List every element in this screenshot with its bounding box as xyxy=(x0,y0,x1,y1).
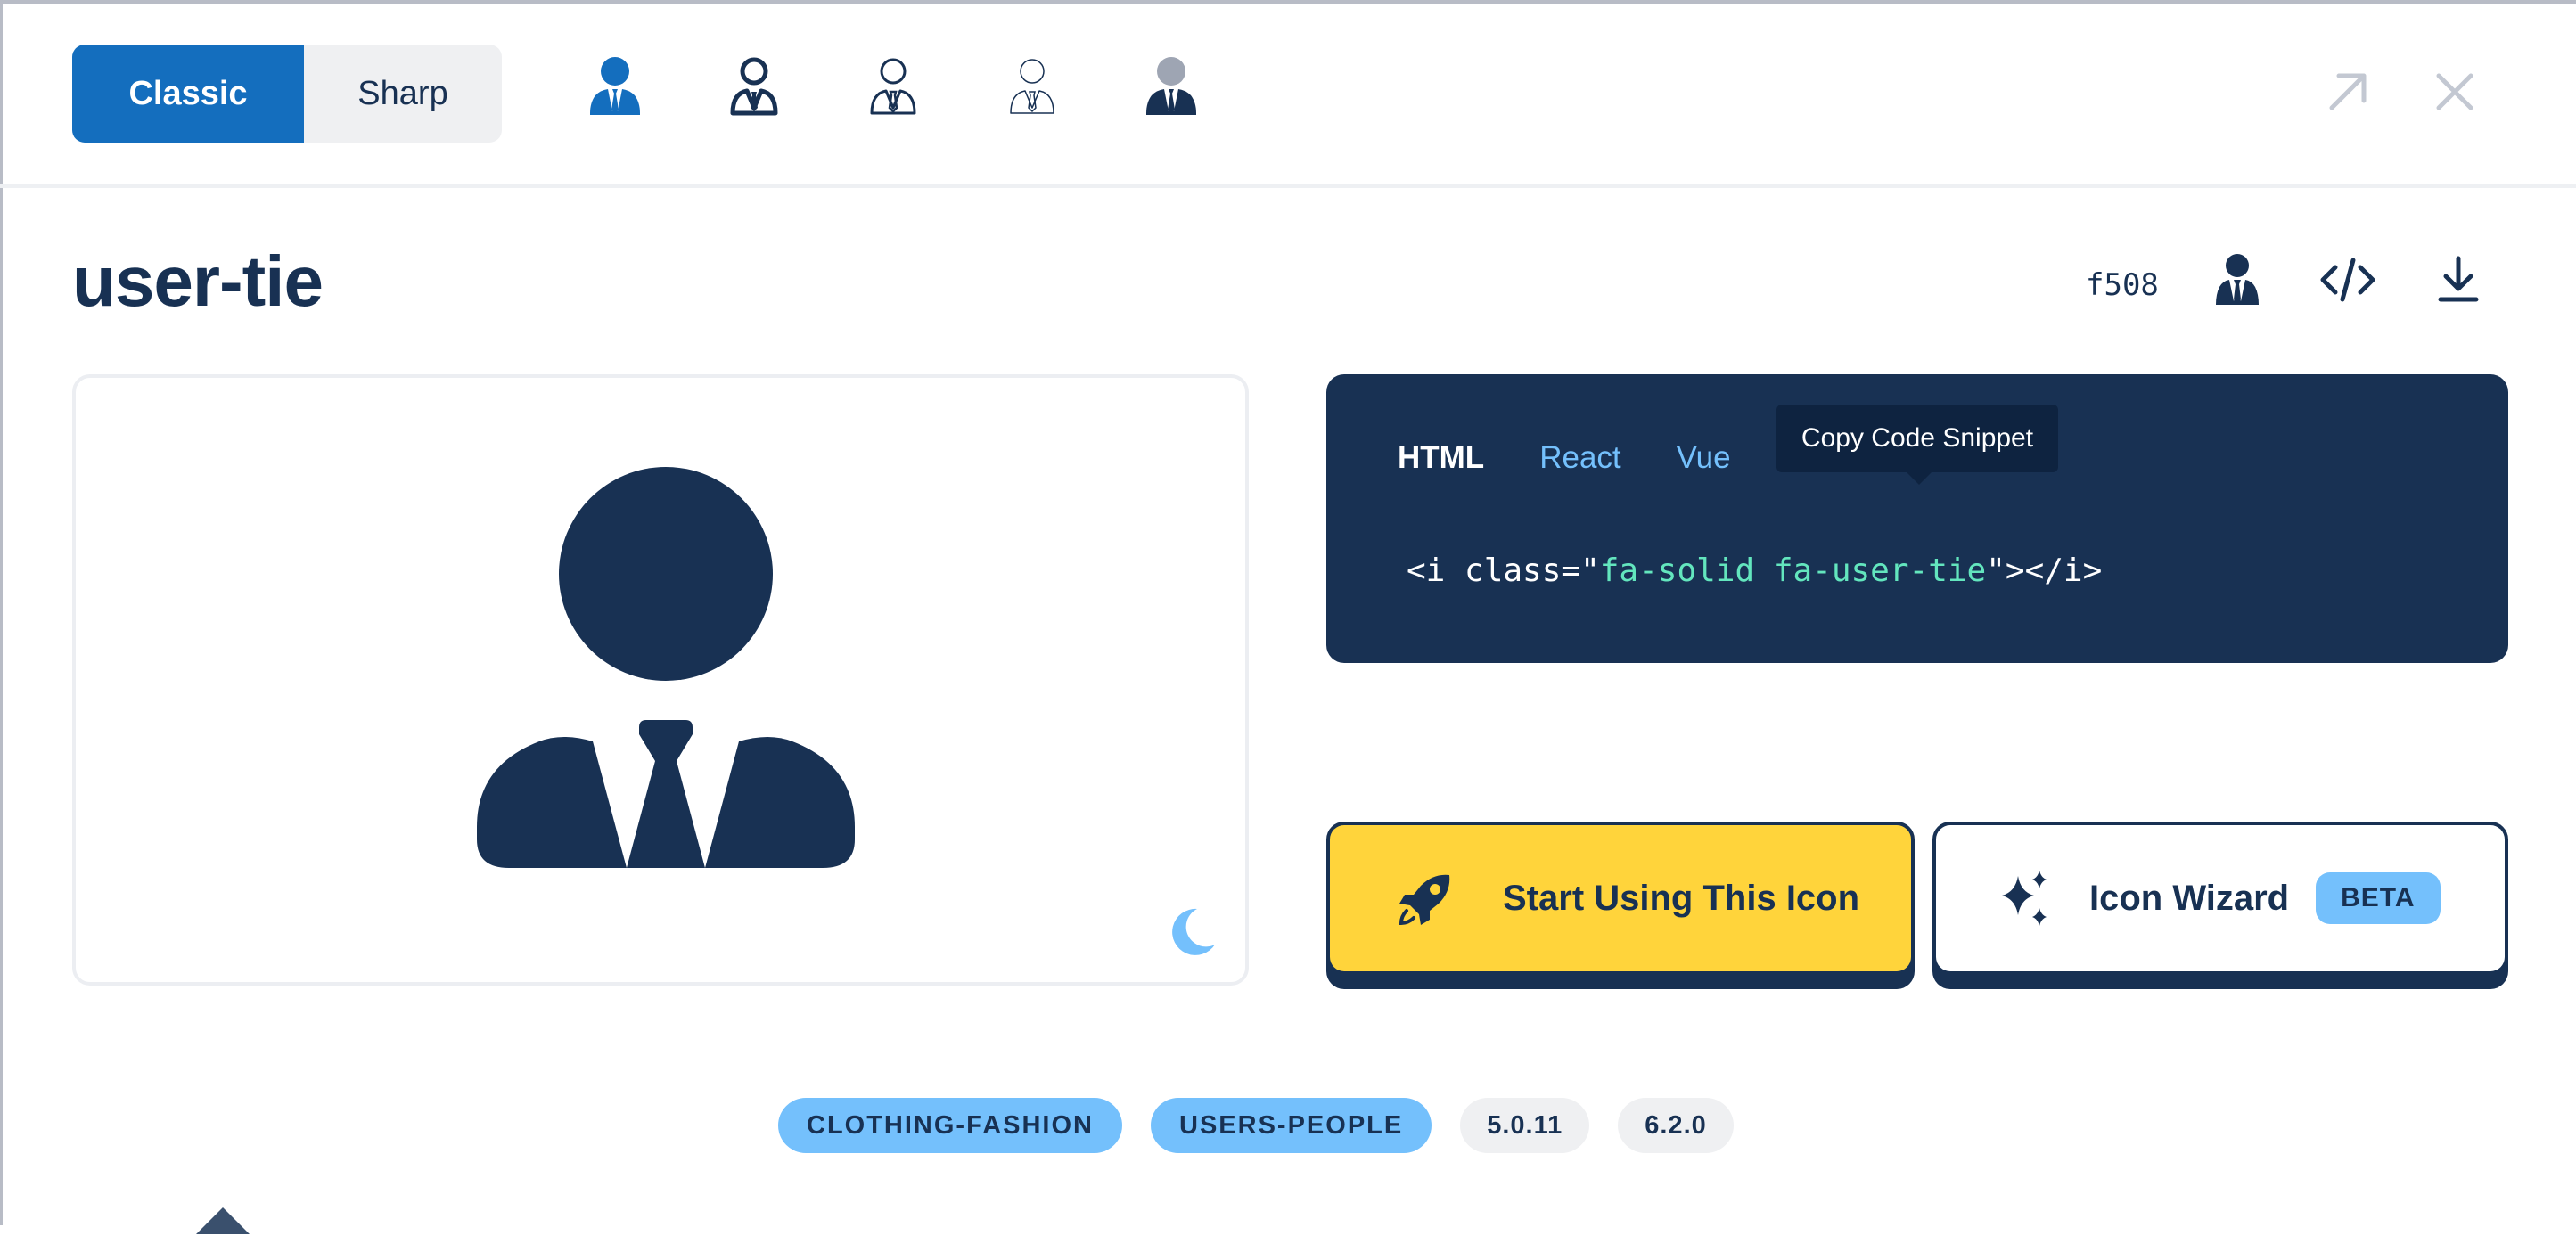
partial-icon xyxy=(196,1207,250,1234)
sharp-toggle-button[interactable]: Sharp xyxy=(304,45,502,143)
icon-name-title: user-tie xyxy=(72,241,324,321)
snippet-suffix: "></i> xyxy=(1986,552,2103,589)
copy-glyph-icon[interactable] xyxy=(2209,251,2266,308)
icon-wizard-button-face: Icon Wizard BETA xyxy=(1936,825,2505,971)
thin-style-icon[interactable] xyxy=(1005,56,1059,117)
classic-toggle-button[interactable]: Classic xyxy=(72,45,304,143)
icon-tags: CLOTHING-FASHION USERS-PEOPLE 5.0.11 6.2… xyxy=(778,1098,1734,1153)
tab-html[interactable]: HTML xyxy=(1398,440,1484,476)
code-icon[interactable] xyxy=(2319,251,2376,308)
copy-tooltip: Copy Code Snippet xyxy=(1776,405,2058,485)
close-icon[interactable] xyxy=(2430,67,2480,117)
version-tag[interactable]: 5.0.11 xyxy=(1460,1098,1590,1153)
family-toggle: Classic Sharp xyxy=(72,45,502,143)
dark-mode-toggle-icon[interactable] xyxy=(1163,904,1218,959)
start-using-button[interactable]: Start Using This Icon xyxy=(1326,822,1915,989)
version-tag[interactable]: 6.2.0 xyxy=(1618,1098,1734,1153)
unicode-value[interactable]: f508 xyxy=(2086,267,2159,303)
snippet-prefix: <i class=" xyxy=(1407,552,1600,589)
tooltip-arrow xyxy=(1907,472,1932,485)
beta-badge: BETA xyxy=(2316,872,2441,924)
start-using-label: Start Using This Icon xyxy=(1503,878,1860,918)
category-tag[interactable]: USERS-PEOPLE xyxy=(1151,1098,1432,1153)
duotone-style-icon[interactable] xyxy=(1144,56,1198,117)
expand-icon[interactable] xyxy=(2323,67,2373,117)
style-picker xyxy=(588,56,1198,117)
modal-header: Classic Sharp xyxy=(0,4,2576,188)
code-snippet-panel: HTML React Vue Copy Code Snippet <i clas… xyxy=(1326,374,2508,663)
download-icon[interactable] xyxy=(2430,251,2487,308)
tab-react[interactable]: React xyxy=(1539,440,1620,476)
tooltip-label: Copy Code Snippet xyxy=(1801,423,2034,453)
snippet-class: fa-solid fa-user-tie xyxy=(1599,552,1987,589)
sparkles-icon xyxy=(2002,871,2047,926)
solid-style-icon[interactable] xyxy=(588,56,642,117)
code-tabs: HTML React Vue xyxy=(1398,440,1731,476)
icon-wizard-button[interactable]: Icon Wizard BETA xyxy=(1932,822,2508,989)
icon-wizard-label: Icon Wizard xyxy=(2089,878,2290,918)
start-using-button-face: Start Using This Icon xyxy=(1330,825,1911,971)
icon-preview-panel xyxy=(72,374,1249,986)
category-tag[interactable]: CLOTHING-FASHION xyxy=(778,1098,1122,1153)
tab-vue[interactable]: Vue xyxy=(1677,440,1731,476)
rocket-icon xyxy=(1399,874,1450,926)
regular-style-icon[interactable] xyxy=(727,56,781,117)
user-tie-preview-icon xyxy=(477,467,855,868)
light-style-icon[interactable] xyxy=(866,56,920,117)
code-snippet[interactable]: <i class="fa-solid fa-user-tie"></i> xyxy=(1407,552,2102,589)
